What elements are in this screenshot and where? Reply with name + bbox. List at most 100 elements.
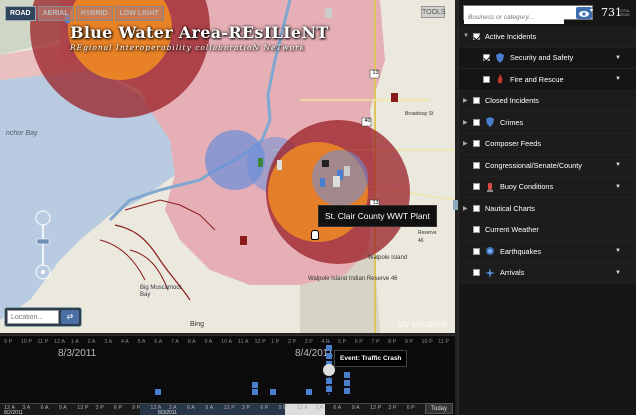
timeline-overview-tick: 3 P bbox=[388, 405, 397, 411]
timeline-overview-tick: 9 P bbox=[132, 405, 141, 411]
timeline-overview-tick: 3 A bbox=[22, 405, 31, 411]
crime-icon bbox=[485, 117, 495, 128]
layer-row-congressional-senate-county[interactable]: Congressional/Senate/County ▼ bbox=[459, 155, 636, 177]
layer-checkbox[interactable] bbox=[473, 140, 480, 148]
timeline-overview-date: 8/4/2011 bbox=[298, 410, 318, 415]
layer-label: Closed Incidents bbox=[485, 96, 539, 106]
timeline-overview-tick: 6 A bbox=[40, 405, 49, 411]
chevron-down-icon[interactable]: ▼ bbox=[615, 270, 621, 276]
timeline-overview-tick: 6 P bbox=[113, 405, 123, 411]
timeline-overview[interactable]: 12 A3 A6 A9 A 12 P3 P6 P9 P 12 A3 A6 A9 A1… bbox=[0, 403, 425, 415]
layer-checkbox[interactable] bbox=[473, 269, 480, 277]
layer-row-closed-incidents[interactable]: ▶ Closed Incidents bbox=[459, 90, 636, 112]
map-type-switcher: ROAD AERIAL HYBRID LOW LIGHT bbox=[5, 6, 164, 21]
layer-row-buoy-conditions[interactable]: Buoy Conditions ▼ bbox=[459, 176, 636, 198]
place-label-reserve: Reserve bbox=[418, 230, 437, 236]
chevron-down-icon[interactable]: ▼ bbox=[615, 248, 621, 254]
map-view[interactable]: nchor Bay Big Muscamoot Bay Walpole Isla… bbox=[0, 0, 455, 333]
map-tools-button[interactable]: TOOLS bbox=[421, 6, 446, 18]
expand-right-icon[interactable]: ▶ bbox=[463, 205, 473, 212]
map-type-low-light[interactable]: LOW LIGHT bbox=[114, 6, 164, 21]
location-input[interactable] bbox=[7, 310, 59, 324]
place-label-walpole: Walpole Island bbox=[368, 255, 408, 261]
expand-down-icon[interactable]: ▼ bbox=[463, 33, 473, 39]
layer-label: Congressional/Senate/County bbox=[485, 160, 582, 170]
app-title: Blue Water Area-REsILIeNT bbox=[70, 23, 329, 42]
timeline-overview-tick: 9 A bbox=[58, 405, 67, 411]
layer-checkbox[interactable] bbox=[473, 118, 480, 126]
chevron-down-icon[interactable]: ▼ bbox=[615, 162, 621, 168]
layer-row-fire-and-rescue[interactable]: Fire and Rescue ▼ bbox=[459, 69, 636, 91]
timeline-overview-date: 8/2/2011 bbox=[4, 410, 24, 415]
layer-checkbox[interactable] bbox=[473, 161, 480, 169]
map-type-aerial[interactable]: AERIAL bbox=[37, 6, 74, 21]
layer-checkbox[interactable] bbox=[483, 54, 490, 62]
layer-row-earthquakes[interactable]: Earthquakes ▼ bbox=[459, 241, 636, 263]
timeline-overview-tick: 9 A bbox=[351, 405, 360, 411]
expand-right-icon[interactable]: ▶ bbox=[463, 119, 473, 126]
cursor-hand-icon bbox=[311, 230, 319, 240]
timeline-overview-tick: 3 P bbox=[241, 405, 251, 411]
brand-watermark: idv solutions bbox=[397, 319, 447, 329]
layers-panel: ▾ 731 TOTAL ITEMS ▼Active IncidentsSecur… bbox=[458, 0, 636, 415]
layer-checkbox[interactable] bbox=[473, 247, 480, 255]
buoy-icon bbox=[485, 182, 495, 192]
layer-list: ▼ Active Incidents Security and Safety ▼ Fir… bbox=[459, 26, 636, 284]
layer-row-composer-feeds[interactable]: ▶ Composer Feeds bbox=[459, 133, 636, 155]
layer-row-nautical-charts[interactable]: ▶ Nautical Charts bbox=[459, 198, 636, 220]
layer-checkbox[interactable] bbox=[473, 226, 480, 234]
layer-label: Earthquakes bbox=[500, 246, 541, 256]
app-window: nchor Bay Big Muscamoot Bay Walpole Isla… bbox=[0, 0, 636, 415]
timeline-overview-tick: 9 P bbox=[278, 405, 287, 411]
timeline[interactable]: 9 P 10 P 11 P 12 A1 A2 A3 A4 A5 A6 A7 A8 A9… bbox=[0, 335, 455, 415]
layer-row-crimes[interactable]: ▶ Crimes bbox=[459, 112, 636, 134]
timeline-overview-tick: 12 P bbox=[77, 405, 89, 411]
total-count-label: TOTAL ITEMS bbox=[619, 9, 630, 17]
chevron-down-icon[interactable]: ▼ bbox=[615, 76, 621, 82]
today-button[interactable]: Today bbox=[425, 403, 453, 414]
timeline-overview-tick: 9 A bbox=[205, 405, 214, 411]
layer-row-security-and-safety[interactable]: Security and Safety ▼ bbox=[459, 47, 636, 69]
location-search: ⇄ bbox=[4, 307, 82, 327]
layer-row-arrivals[interactable]: Arrivals ▼ bbox=[459, 262, 636, 284]
zoom-control[interactable] bbox=[35, 210, 51, 280]
chevron-down-icon[interactable]: ▼ bbox=[615, 55, 621, 61]
business-search-input[interactable] bbox=[464, 11, 564, 24]
map-tooltip: St. Clair County WWT Plant bbox=[318, 205, 437, 227]
location-go-button[interactable]: ⇄ bbox=[61, 310, 79, 324]
plane-icon bbox=[485, 267, 495, 278]
shield-icon bbox=[495, 52, 505, 63]
timeline-overview-tick: 3 P bbox=[95, 405, 104, 411]
fire-icon bbox=[495, 74, 505, 84]
layer-label: Security and Safety bbox=[510, 53, 574, 63]
layer-label: Composer Feeds bbox=[485, 139, 541, 149]
layer-label: Nautical Charts bbox=[485, 203, 535, 213]
layer-row-current-weather[interactable]: Current Weather bbox=[459, 219, 636, 241]
layer-label: Buoy Conditions bbox=[500, 182, 554, 192]
layer-label: Active Incidents bbox=[485, 31, 537, 41]
road-shield-40: 40 bbox=[364, 118, 371, 124]
layer-checkbox[interactable] bbox=[473, 32, 480, 40]
place-label-46: 46 bbox=[418, 238, 424, 244]
business-search bbox=[463, 5, 593, 24]
timeline-overview-tick: 6 A bbox=[187, 405, 195, 411]
earthquake-icon bbox=[485, 246, 495, 256]
layer-checkbox[interactable] bbox=[473, 204, 480, 212]
timeline-markers[interactable] bbox=[0, 336, 455, 406]
layer-row-active-incidents[interactable]: ▼ Active Incidents bbox=[459, 26, 636, 48]
expand-right-icon[interactable]: ▶ bbox=[463, 140, 473, 147]
layer-label: Arrivals bbox=[500, 268, 525, 278]
timeline-overview-tick: 12 P bbox=[223, 405, 235, 411]
timeline-overview-date: 8/3/2011 bbox=[158, 410, 178, 415]
chevron-down-icon[interactable]: ▼ bbox=[615, 184, 621, 190]
layer-label: Crimes bbox=[500, 117, 524, 127]
place-label-broadway: Broadway St bbox=[405, 111, 434, 117]
map-type-hybrid[interactable]: HYBRID bbox=[75, 6, 113, 21]
layer-checkbox[interactable] bbox=[473, 97, 480, 105]
map-type-road[interactable]: ROAD bbox=[5, 6, 36, 21]
search-dropdown-arrow[interactable]: ▾ bbox=[590, 7, 598, 19]
layer-checkbox[interactable] bbox=[473, 183, 480, 191]
expand-right-icon[interactable]: ▶ bbox=[463, 97, 473, 104]
layer-checkbox[interactable] bbox=[483, 75, 490, 83]
place-label-muscamoot-bay: Big Muscamoot Bay bbox=[140, 285, 182, 298]
